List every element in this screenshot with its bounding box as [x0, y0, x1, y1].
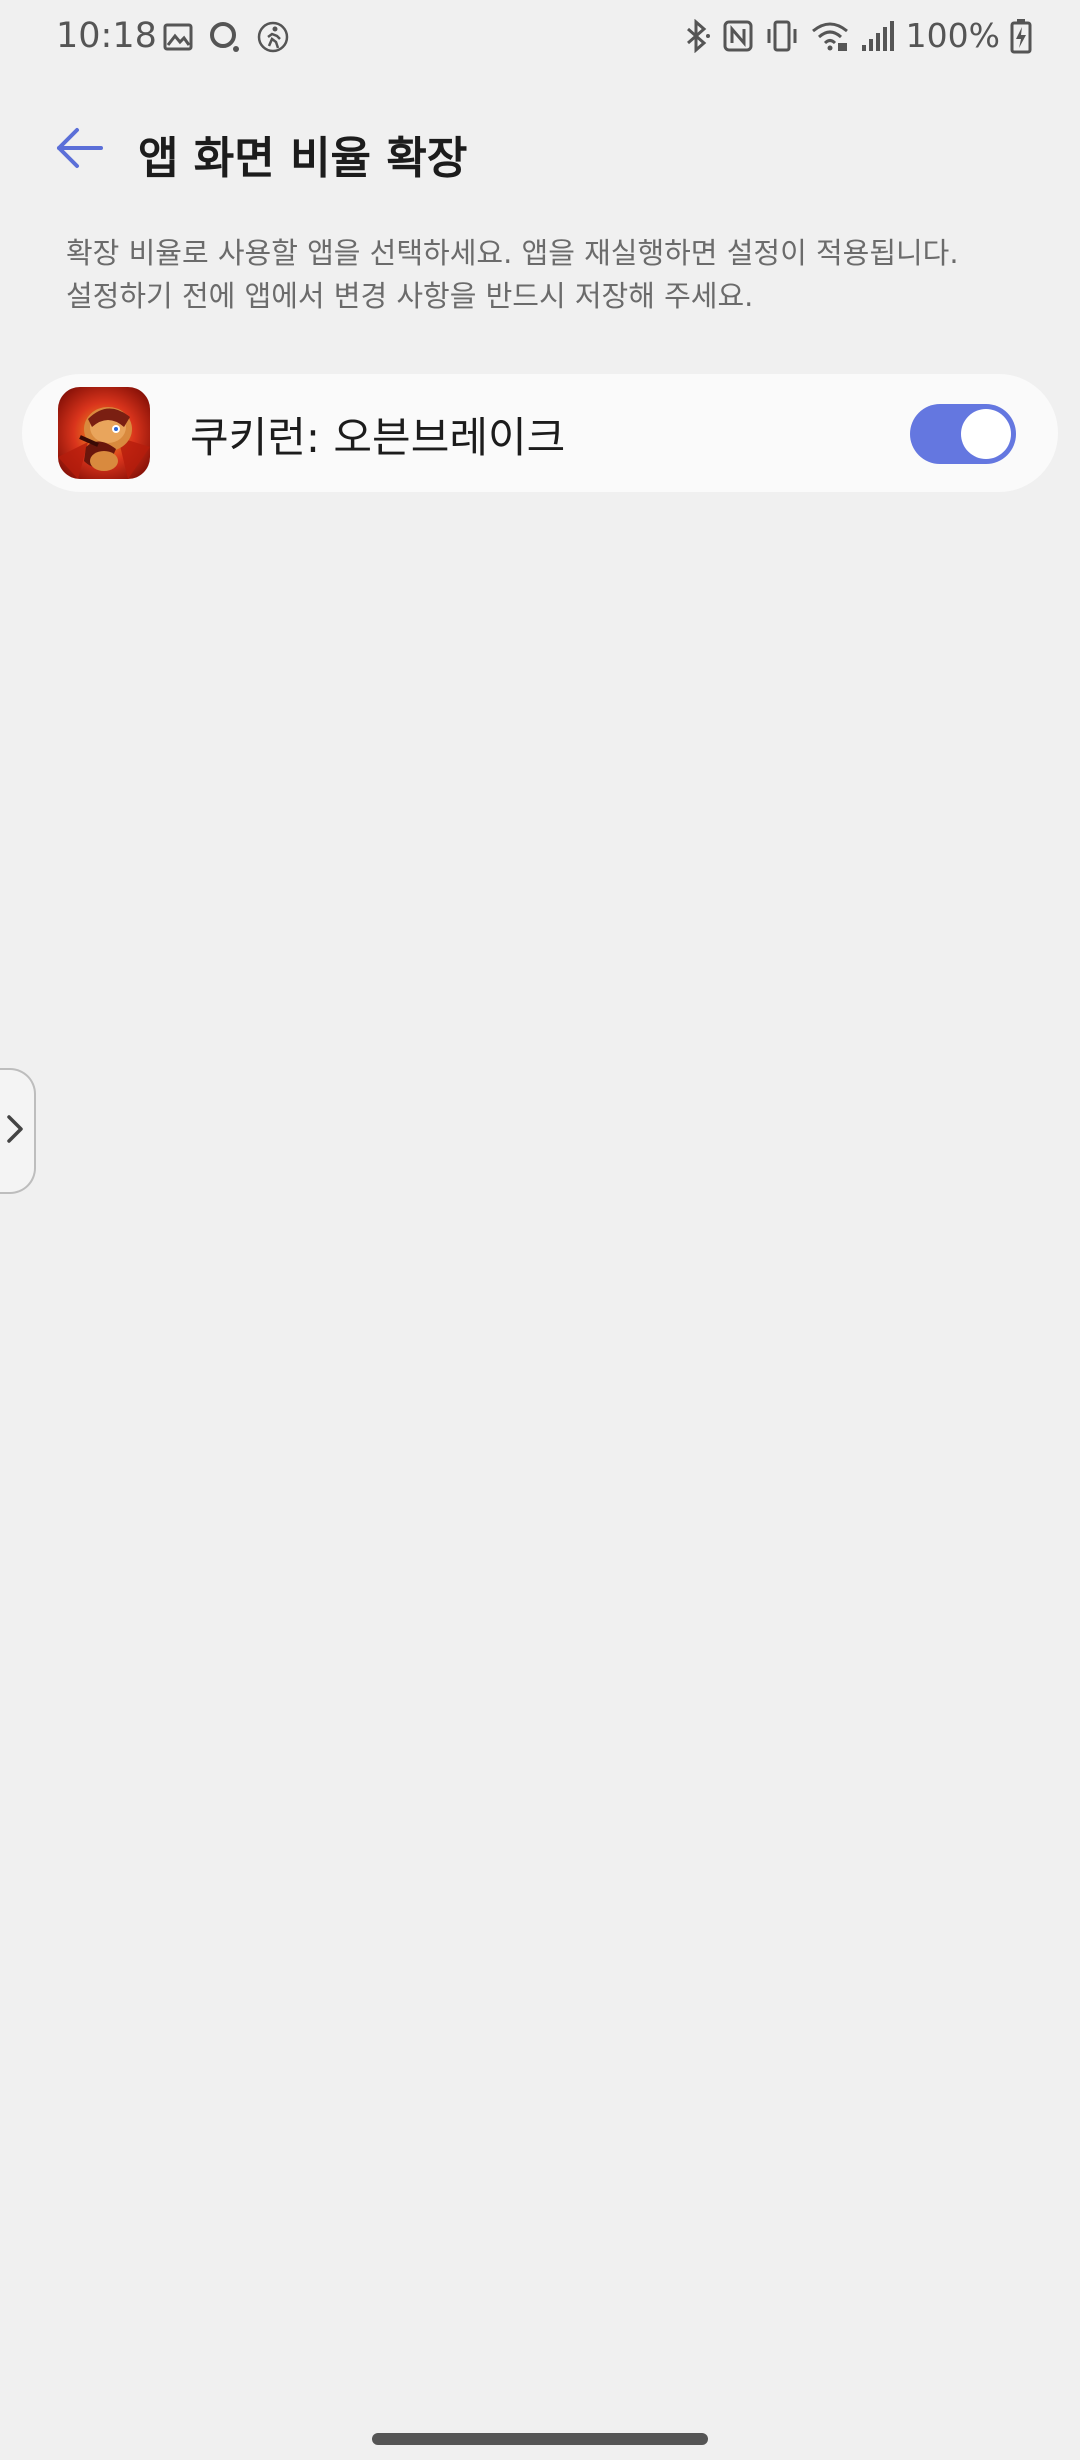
description-text: 확장 비율로 사용할 앱을 선택하세요. 앱을 재실행하면 설정이 적용됩니다.…: [66, 232, 1026, 318]
app-name: 쿠키런: 오븐브레이크: [190, 413, 566, 462]
search-circle-icon: [208, 20, 242, 54]
aspect-ratio-toggle[interactable]: [910, 404, 1016, 464]
edge-panel-handle[interactable]: [0, 1068, 36, 1194]
home-indicator[interactable]: [372, 2433, 708, 2445]
status-bar: 10:18 100%: [0, 0, 1080, 80]
battery-charging-icon: [1010, 18, 1032, 54]
status-system-icons: 100%: [682, 16, 1032, 55]
app-bar: 앱 화면 비율 확장: [0, 110, 1080, 190]
chevron-right-icon: [5, 1111, 25, 1151]
cookie-run-app-icon: [58, 387, 150, 479]
back-button[interactable]: [48, 118, 112, 182]
page-title: 앱 화면 비율 확장: [138, 133, 468, 184]
gallery-icon: [162, 21, 194, 53]
vibrate-icon: [764, 19, 800, 53]
description-line-1: 확장 비율로 사용할 앱을 선택하세요. 앱을 재실행하면 설정이 적용됩니다.: [66, 236, 959, 270]
bluetooth-icon: [682, 18, 712, 53]
activity-icon: [256, 20, 290, 54]
app-list-item[interactable]: 쿠키런: 오븐브레이크: [22, 374, 1058, 492]
status-time: 10:18: [56, 16, 157, 56]
wifi-icon: [810, 19, 850, 53]
battery-percentage: 100%: [905, 16, 1000, 55]
description-line-2: 설정하기 전에 앱에서 변경 사항을 반드시 저장해 주세요.: [66, 279, 754, 313]
nfc-icon: [722, 19, 754, 53]
toggle-knob: [961, 409, 1011, 459]
back-arrow-icon: [55, 126, 105, 174]
status-notification-icons: [162, 20, 290, 54]
signal-icon: [860, 19, 896, 53]
